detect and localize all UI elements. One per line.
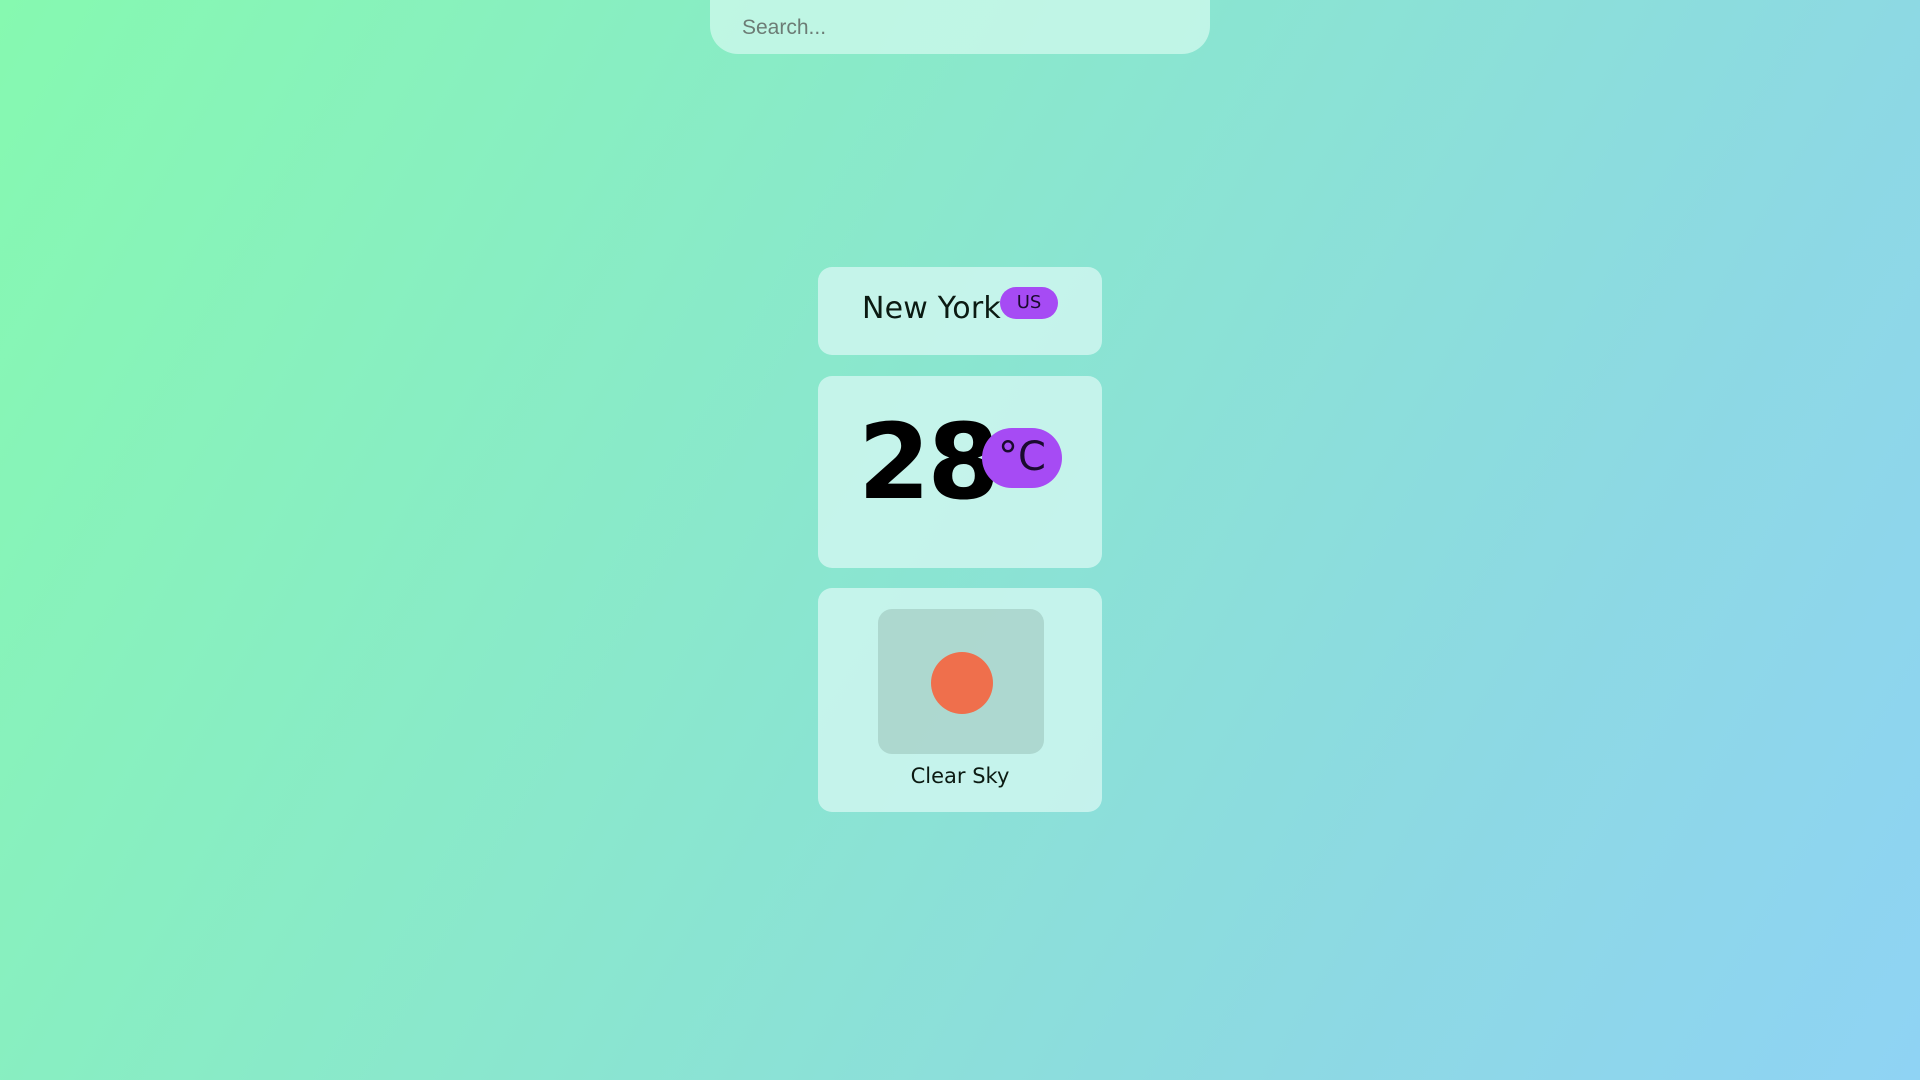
- weather-icon-box: [878, 609, 1044, 754]
- country-badge: US: [1000, 287, 1058, 319]
- search-bar: [710, 0, 1210, 54]
- condition-description: Clear Sky: [910, 764, 1010, 788]
- temperature-card: 28 °C: [818, 376, 1102, 568]
- temperature-unit-badge: °C: [982, 428, 1062, 488]
- search-input[interactable]: [740, 12, 1184, 44]
- sun-icon: [931, 652, 993, 714]
- temperature-value: 28: [858, 401, 1000, 523]
- condition-card: Clear Sky: [818, 588, 1102, 812]
- location-card: New York US: [818, 267, 1102, 355]
- city-name: New York: [862, 291, 1001, 326]
